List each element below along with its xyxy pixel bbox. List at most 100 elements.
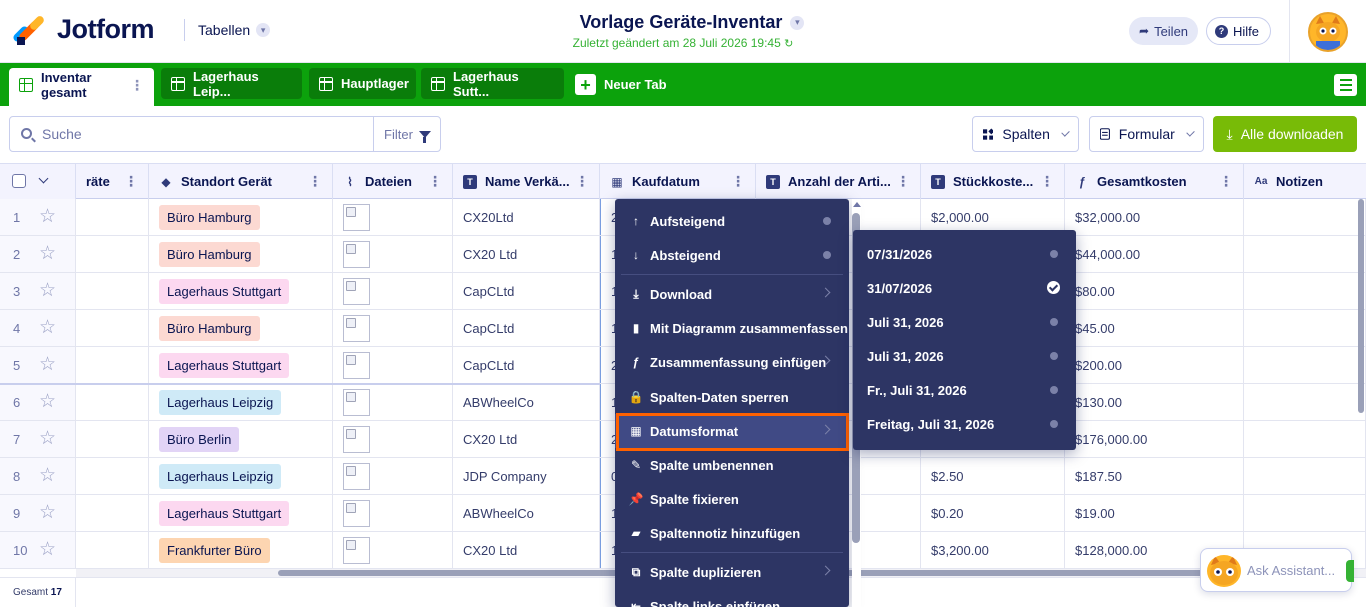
- table-cell[interactable]: $0.20: [921, 495, 1065, 531]
- table-cell[interactable]: [1244, 236, 1366, 272]
- row-header[interactable]: 3 ☆: [0, 273, 76, 309]
- menu-item-absteigend[interactable]: ↓ Absteigend: [615, 238, 849, 272]
- new-tab-button[interactable]: + Neuer Tab: [575, 74, 667, 95]
- table-cell[interactable]: Lagerhaus Leipzig: [149, 384, 333, 420]
- menu-item-spalte-links-einfügen[interactable]: ⇤ Spalte links einfügen: [615, 589, 849, 607]
- column-header-geraete[interactable]: räte ⋮: [76, 164, 149, 199]
- table-cell[interactable]: [1244, 310, 1366, 346]
- assistant-handle[interactable]: [1346, 560, 1354, 582]
- table-cell[interactable]: $176,000.00: [1065, 421, 1244, 457]
- star-icon[interactable]: ☆: [39, 355, 56, 374]
- row-header[interactable]: 1 ☆: [0, 199, 76, 235]
- table-cell[interactable]: [333, 458, 453, 494]
- column-header-kaufdatum[interactable]: ▦ Kaufdatum ⋮: [600, 164, 756, 199]
- column-header-name-verkaeufer[interactable]: T Name Verkä... ⋮: [453, 164, 600, 199]
- kebab-icon[interactable]: ⋮: [896, 173, 910, 190]
- date-format-option[interactable]: 31/07/2026: [853, 271, 1076, 305]
- table-cell[interactable]: Lagerhaus Stuttgart: [149, 347, 333, 383]
- menu-item-spalte-fixieren[interactable]: 📌 Spalte fixieren: [615, 482, 849, 516]
- star-icon[interactable]: ☆: [39, 281, 56, 300]
- menu-item-zusammenfassung-einfügen[interactable]: ƒ Zusammenfassung einfügen: [615, 345, 849, 379]
- table-cell[interactable]: $44,000.00: [1065, 236, 1244, 272]
- column-header-standort[interactable]: ◆ Standort Gerät ⋮: [149, 164, 333, 199]
- column-header-stueckkosten[interactable]: T Stückkoste... ⋮: [921, 164, 1065, 199]
- table-cell[interactable]: [76, 236, 149, 272]
- tab-lagerhaus-leipzig[interactable]: Lagerhaus Leip...: [161, 68, 302, 99]
- table-cell[interactable]: [76, 384, 149, 420]
- table-cell[interactable]: CX20 Ltd: [453, 421, 600, 457]
- column-header-notizen[interactable]: Aa Notizen: [1244, 164, 1366, 199]
- star-icon[interactable]: ☆: [39, 466, 56, 485]
- table-cell[interactable]: [76, 199, 149, 235]
- star-icon[interactable]: ☆: [39, 207, 56, 226]
- menu-item-spalte-duplizieren[interactable]: ⧉ Spalte duplizieren: [615, 555, 849, 589]
- row-header[interactable]: 2 ☆: [0, 236, 76, 272]
- file-thumbnail[interactable]: [343, 203, 370, 231]
- file-thumbnail[interactable]: [343, 240, 370, 268]
- table-cell[interactable]: [333, 532, 453, 568]
- file-thumbnail[interactable]: [343, 536, 370, 564]
- row-header[interactable]: 4 ☆: [0, 310, 76, 346]
- table-cell[interactable]: JDP Company: [453, 458, 600, 494]
- file-thumbnail[interactable]: [343, 462, 370, 490]
- table-cell[interactable]: [1244, 458, 1366, 494]
- scroll-up-icon[interactable]: [853, 202, 861, 207]
- table-cell[interactable]: Lagerhaus Stuttgart: [149, 495, 333, 531]
- menu-item-spalte-umbenennen[interactable]: ✎ Spalte umbenennen: [615, 448, 849, 482]
- kebab-icon[interactable]: ⋮: [308, 173, 322, 190]
- table-cell[interactable]: $80.00: [1065, 273, 1244, 309]
- table-cell[interactable]: [76, 532, 149, 568]
- table-cell[interactable]: [333, 384, 453, 420]
- menu-item-datumsformat[interactable]: ▦ Datumsformat: [615, 414, 849, 448]
- table-cell[interactable]: Büro Hamburg: [149, 236, 333, 272]
- table-cell[interactable]: $3,200.00: [921, 532, 1065, 568]
- table-cell[interactable]: CX20Ltd: [453, 199, 600, 235]
- avatar[interactable]: [1308, 12, 1348, 52]
- form-button[interactable]: Formular: [1089, 116, 1204, 152]
- table-cell[interactable]: $187.50: [1065, 458, 1244, 494]
- table-cell[interactable]: ABWheelCo: [453, 495, 600, 531]
- column-header-dateien[interactable]: ⌇ Dateien ⋮: [333, 164, 453, 199]
- table-cell[interactable]: [76, 347, 149, 383]
- menu-item-mit-diagramm-zusammenfassen[interactable]: ▮ Mit Diagramm zusammenfassen: [615, 311, 849, 345]
- kebab-icon[interactable]: ⋮: [124, 173, 138, 190]
- table-cell[interactable]: $32,000.00: [1065, 199, 1244, 235]
- table-cell[interactable]: CapCLtd: [453, 310, 600, 346]
- row-header[interactable]: 5 ☆: [0, 347, 76, 383]
- document-title[interactable]: Vorlage Geräte-Inventar: [580, 12, 783, 33]
- menu-item-aufsteigend[interactable]: ↑ Aufsteigend: [615, 204, 849, 238]
- date-format-option[interactable]: Freitag, Juli 31, 2026: [853, 407, 1076, 441]
- table-cell[interactable]: Lagerhaus Leipzig: [149, 458, 333, 494]
- table-cell[interactable]: [1244, 273, 1366, 309]
- table-cell[interactable]: Frankfurter Büro: [149, 532, 333, 568]
- table-cell[interactable]: $200.00: [1065, 347, 1244, 383]
- file-thumbnail[interactable]: [343, 314, 370, 342]
- scrollbar-thumb[interactable]: [1358, 199, 1364, 413]
- vertical-scrollbar[interactable]: [1356, 199, 1366, 569]
- kebab-icon[interactable]: ⋮: [130, 77, 144, 94]
- filter-button[interactable]: Filter: [373, 117, 441, 151]
- file-thumbnail[interactable]: [343, 388, 370, 416]
- table-cell[interactable]: [76, 310, 149, 346]
- help-button[interactable]: ? Hilfe: [1206, 17, 1272, 45]
- kebab-icon[interactable]: ⋮: [428, 173, 442, 190]
- table-cell[interactable]: $45.00: [1065, 310, 1244, 346]
- file-thumbnail[interactable]: [343, 351, 370, 379]
- row-header[interactable]: 8 ☆: [0, 458, 76, 494]
- chevron-down-icon[interactable]: ▾: [790, 15, 805, 30]
- table-cell[interactable]: [1244, 199, 1366, 235]
- hamburger-menu-icon[interactable]: [1334, 74, 1357, 96]
- file-thumbnail[interactable]: [343, 277, 370, 305]
- table-cell[interactable]: [76, 458, 149, 494]
- chevron-down-icon[interactable]: [38, 173, 49, 184]
- table-cell[interactable]: CapCLtd: [453, 347, 600, 383]
- table-cell[interactable]: [1244, 347, 1366, 383]
- table-cell[interactable]: CapCLtd: [453, 273, 600, 309]
- date-format-option[interactable]: Juli 31, 2026: [853, 305, 1076, 339]
- date-format-option[interactable]: Fr., Juli 31, 2026: [853, 373, 1076, 407]
- columns-button[interactable]: Spalten: [972, 116, 1079, 152]
- menu-item-spaltennotiz-hinzufügen[interactable]: ▰ Spaltennotiz hinzufügen: [615, 516, 849, 550]
- menu-item-download[interactable]: ⤓ Download: [615, 277, 849, 311]
- kebab-icon[interactable]: ⋮: [1040, 173, 1054, 190]
- ask-assistant-button[interactable]: Ask Assistant...: [1200, 548, 1352, 592]
